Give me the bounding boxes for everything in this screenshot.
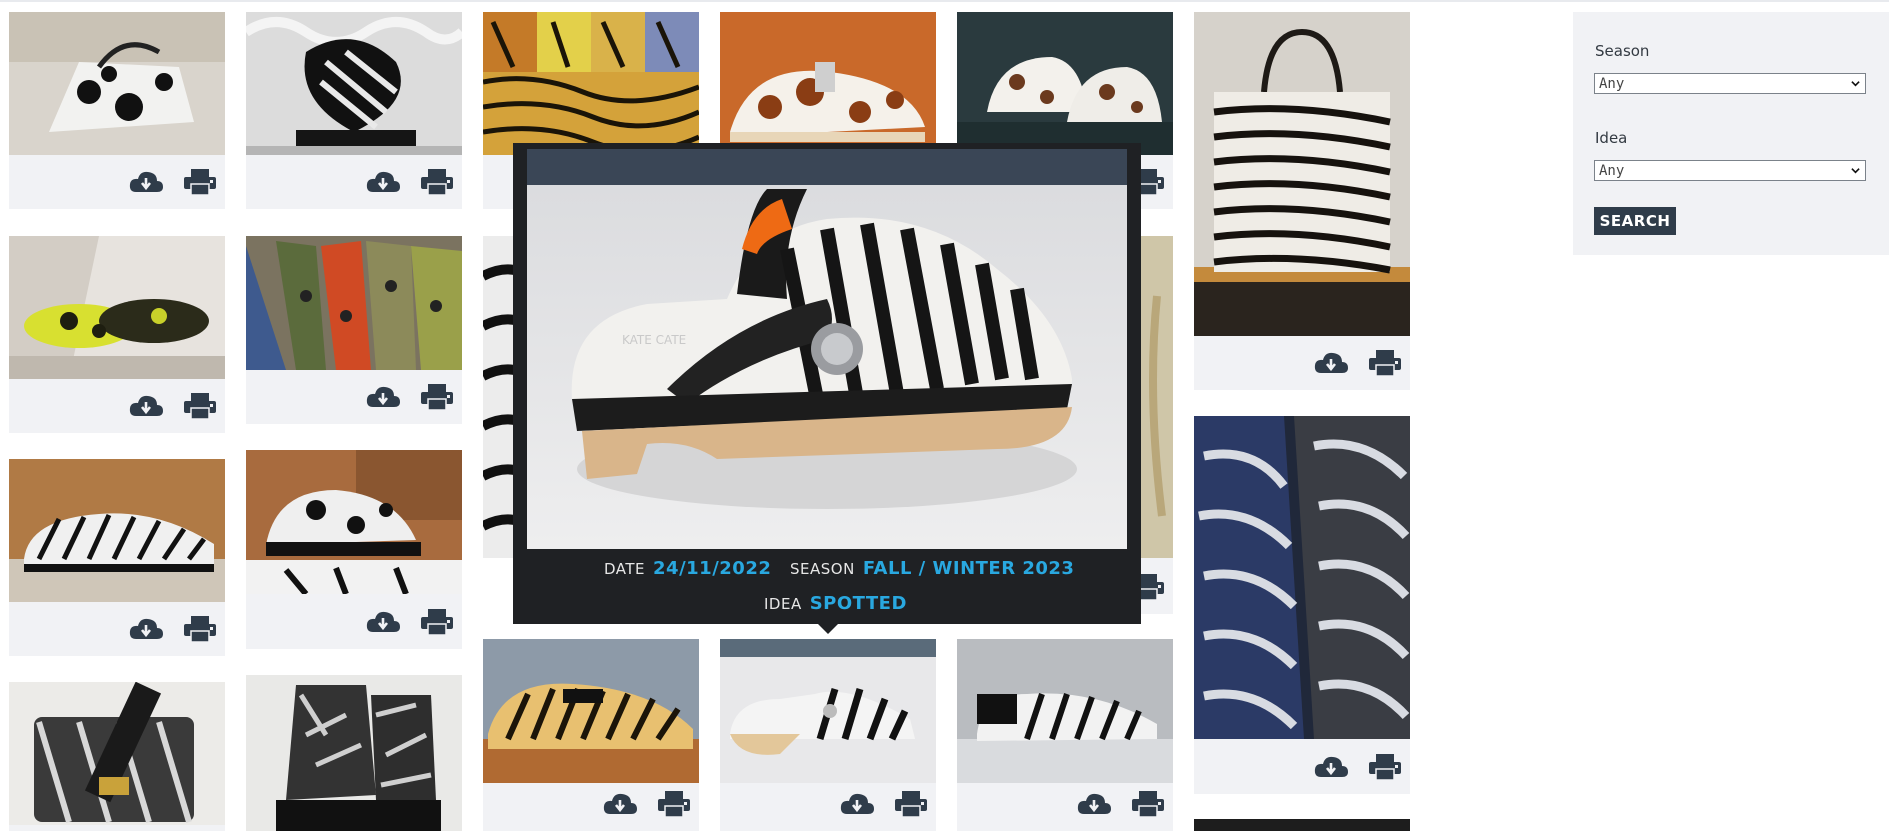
print-icon[interactable] [181, 391, 219, 421]
gallery-card [1194, 819, 1410, 831]
idea-select[interactable]: Any [1594, 160, 1866, 181]
gallery-card [1194, 416, 1410, 794]
download-icon[interactable] [364, 382, 402, 412]
download-icon[interactable] [127, 614, 165, 644]
gallery-photo[interactable] [246, 450, 462, 594]
gallery-photo[interactable] [483, 12, 699, 155]
top-divider [0, 0, 1889, 2]
date-label: DATE [604, 560, 646, 578]
preview-brand-text: KATE CATE [622, 333, 686, 347]
season-label: Season [1595, 42, 1650, 60]
gallery-card [957, 639, 1173, 831]
gallery-card [9, 236, 225, 433]
download-icon[interactable] [127, 167, 165, 197]
gallery-photo[interactable] [246, 675, 462, 831]
gallery-photo[interactable] [9, 12, 225, 155]
idea-field: IDEA SPOTTED [764, 593, 907, 614]
idea-select-value: Any [1599, 163, 1625, 179]
gallery-card [246, 12, 462, 209]
season-field: SEASON FALL / WINTER 2023 [790, 558, 1074, 579]
season-select-value: Any [1599, 76, 1625, 92]
season-select[interactable]: Any [1594, 73, 1866, 94]
print-icon[interactable] [418, 167, 456, 197]
gallery-card [246, 236, 462, 424]
image-preview-popup: KATE CATE DATE 24/11/2022 SEASON FALL / WI… [513, 143, 1141, 624]
print-icon[interactable] [655, 789, 693, 819]
gallery-photo[interactable] [957, 639, 1173, 783]
idea-label: Idea [1595, 129, 1628, 147]
print-icon[interactable] [1366, 752, 1404, 782]
gallery-card [1194, 12, 1410, 390]
download-icon[interactable] [127, 391, 165, 421]
preview-photo: KATE CATE [527, 149, 1127, 549]
season-key: SEASON [790, 560, 855, 578]
download-icon[interactable] [601, 789, 639, 819]
date-value: 24/11/2022 [653, 558, 772, 579]
print-icon[interactable] [418, 382, 456, 412]
date-field: DATE 24/11/2022 [604, 558, 771, 579]
season-value: FALL / WINTER 2023 [862, 558, 1075, 579]
popup-pointer [818, 624, 838, 634]
print-icon[interactable] [892, 789, 930, 819]
print-icon[interactable] [418, 607, 456, 637]
idea-value: SPOTTED [809, 593, 907, 614]
gallery-card [9, 682, 225, 831]
chevron-down-icon [1851, 168, 1860, 174]
gallery-photo[interactable] [9, 682, 225, 825]
download-icon[interactable] [838, 789, 876, 819]
gallery-photo[interactable] [720, 12, 936, 155]
gallery-photo[interactable] [1194, 12, 1410, 336]
download-icon[interactable] [1075, 789, 1113, 819]
filter-sidebar: Season Any Idea Any SEARCH [1573, 12, 1889, 255]
gallery-photo[interactable] [483, 639, 699, 783]
gallery-photo[interactable] [957, 12, 1173, 155]
gallery-photo[interactable] [9, 459, 225, 602]
gallery-photo[interactable] [720, 639, 936, 783]
gallery-photo[interactable] [246, 12, 462, 155]
gallery-photo[interactable] [246, 236, 462, 370]
search-button[interactable]: SEARCH [1594, 207, 1676, 235]
print-icon[interactable] [1366, 348, 1404, 378]
gallery-photo[interactable] [1194, 416, 1410, 739]
download-icon[interactable] [364, 607, 402, 637]
print-icon[interactable] [181, 167, 219, 197]
chevron-down-icon [1851, 81, 1860, 87]
print-icon[interactable] [1129, 789, 1167, 819]
download-icon[interactable] [364, 167, 402, 197]
gallery-card [9, 12, 225, 209]
gallery-photo[interactable] [1194, 819, 1410, 831]
download-icon[interactable] [1312, 348, 1350, 378]
idea-key: IDEA [764, 595, 802, 613]
gallery-card [246, 450, 462, 649]
print-icon[interactable] [181, 614, 219, 644]
gallery-card [9, 459, 225, 656]
gallery-card [720, 639, 936, 831]
gallery-card [483, 639, 699, 831]
gallery-photo[interactable] [9, 236, 225, 379]
download-icon[interactable] [1312, 752, 1350, 782]
gallery-card [246, 675, 462, 831]
